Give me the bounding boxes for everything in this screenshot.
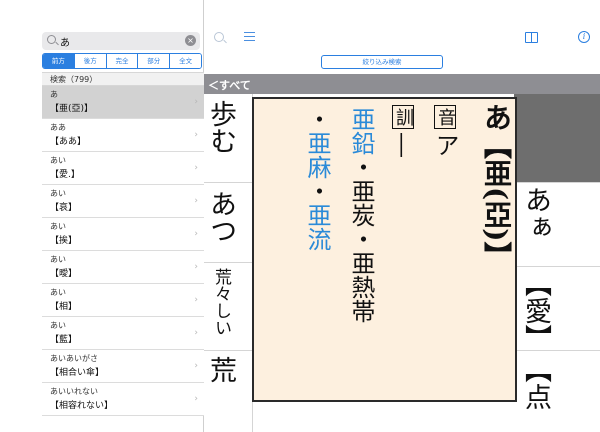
chevron-right-icon: › [194,328,198,338]
background-word: 荒々しい [211,268,231,336]
result-item[interactable]: あいいれない【相容れない】 › [42,383,204,416]
result-word: 【愛.】 [50,170,80,180]
on-reading-value: ア [431,133,459,157]
kun-reading-value: ― [389,133,417,157]
result-item[interactable]: あい【哀】 › [42,185,204,218]
result-word: 【曖】 [50,269,78,279]
tab-exact[interactable]: 完全 [106,54,139,68]
compound-text: ・亜炭・亜熱帯 [347,155,375,323]
search-input[interactable]: あ × [42,32,200,50]
result-reading: あいいれない [50,387,98,396]
result-word: 【挨】 [50,236,78,246]
results-count-label: 検索（799） [50,75,98,84]
chevron-right-icon: › [194,229,198,239]
kun-reading-label: 訓 [392,105,414,129]
compound-separator: ・ [303,179,331,203]
grid-line [204,350,252,351]
search-icon [47,35,56,44]
background-word: 【愛】 [520,270,551,351]
results-header: 検索（799） [42,72,204,86]
chevron-right-icon: › [194,97,198,107]
result-reading: あい [50,321,66,330]
chevron-right-icon: › [194,196,198,206]
result-word: 【相容れない】 [50,401,114,411]
background-word: 歩む [205,100,236,154]
list-icon[interactable] [244,32,255,42]
result-reading: あい [50,288,66,297]
kun-reading-column: 訓― [389,105,417,157]
result-item[interactable]: あい【相】 › [42,284,204,317]
tab-fulltext[interactable]: 全文 [170,54,201,68]
on-reading-label: 音 [434,105,456,129]
compound-link[interactable]: 亜鉛 [347,107,375,155]
grid-line [514,182,600,183]
result-word: 【相合い傘】 [50,368,105,378]
chevron-right-icon: › [194,130,198,140]
result-reading: あい [50,156,66,165]
compounds-column-1: 亜鉛・亜炭・亜熱帯 [347,107,375,323]
clear-icon[interactable]: × [185,35,196,46]
result-item[interactable]: あ【亜(亞)】 › [42,86,204,119]
back-all-label: ＜すべて [208,79,251,92]
result-list: あ【亜(亞)】 › ああ 【ああ】 › あい 【愛.】 › あい 【哀】 › あい 【挨】 › あい 【曖】 ›… [42,86,204,432]
tab-partial[interactable]: 部分 [138,54,171,68]
result-item[interactable]: あい【愛.】 › [42,152,204,185]
top-toolbar: i [204,28,600,48]
tab-suffix[interactable]: 後方 [74,54,107,68]
grid-line [204,262,252,263]
result-word: 【藍】 [50,335,78,345]
result-reading: あいあいがさ [50,354,98,363]
search-pane: あ × 前方 後方 完全 部分 全文 検索（799） あ【亜(亞)】 › ああ 【ああ… [0,0,204,432]
result-item[interactable]: ああ【ああ】 › [42,119,204,152]
background-word: 荒 [205,356,236,383]
search-mode-tabs: 前方 後方 完全 部分 全文 [42,53,202,69]
tab-prefix[interactable]: 前方 [43,54,75,68]
result-item[interactable]: あい【挨】 › [42,218,204,251]
category-header[interactable]: ＜すべて [204,74,600,94]
compound-link[interactable]: 亜流 [303,203,331,251]
result-reading: あい [50,255,66,264]
result-reading: あ [50,90,58,99]
info-icon[interactable]: i [578,31,590,43]
chevron-right-icon: › [194,262,198,272]
compound-separator: ・ [303,107,331,131]
entry-heading: あ【亜(亞)】 [480,103,513,270]
result-reading: ああ [50,123,66,132]
result-item[interactable]: あい【藍】 › [42,317,204,350]
entry-popup[interactable]: あ【亜(亞)】 音ア 訓― 亜鉛・亜炭・亜熱帯 ・亜麻・亜流 [252,97,517,402]
search-bar: あ × [42,30,202,52]
search-query-text: あ [60,38,70,49]
chevron-right-icon: › [194,394,198,404]
background-word: あぁ [520,186,551,240]
chevron-right-icon: › [194,361,198,371]
result-reading: あい [50,222,66,231]
result-item[interactable]: あい【曖】 › [42,251,204,284]
book-icon[interactable] [525,32,538,43]
compounds-column-2: ・亜麻・亜流 [303,107,331,251]
on-reading-column: 音ア [431,105,459,157]
page-shadow-band [514,94,600,182]
result-item[interactable]: あいあいがさ 【相合い傘】 › [42,350,204,383]
search-icon[interactable] [214,32,224,42]
chevron-right-icon: › [194,163,198,173]
result-reading: あい [50,189,66,198]
result-word: 【哀】 [50,203,78,213]
chevron-right-icon: › [194,295,198,305]
background-word: 【点 [520,356,551,410]
result-word: 【亜(亞)】 [50,104,94,114]
result-word: 【ああ】 [50,137,87,147]
filter-search-button[interactable]: 絞り込み検索 [321,55,443,69]
background-word: あつ [205,190,236,244]
grid-line [514,266,600,267]
compound-link[interactable]: 亜麻 [303,131,331,179]
grid-line [204,182,252,183]
result-word: 【相】 [50,302,78,312]
